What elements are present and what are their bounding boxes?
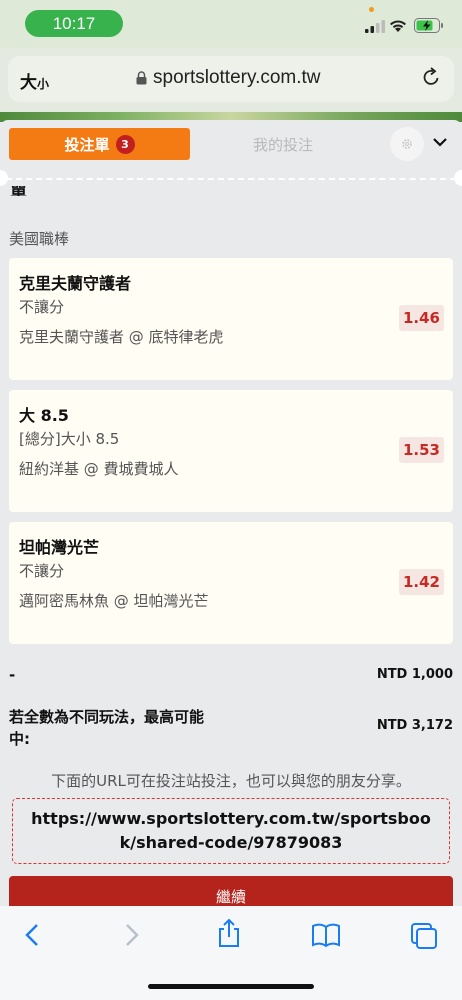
bet-market: 不讓分 (19, 562, 65, 580)
betslip-panel: 投注單 3 我的投注 單 美國職棒 克里夫蘭守護者 不讓分 克里夫蘭守護者 @ … (0, 120, 462, 916)
dashed-divider (6, 178, 456, 180)
gear-icon (402, 139, 412, 149)
bet-card[interactable]: 大 8.5 [總分]大小 8.5 紐約洋基 @ 費城費城人 1.53 (9, 390, 453, 512)
bet-selection: 大 8.5 (19, 406, 69, 425)
stake-value: NTD 1,000 (376, 667, 453, 682)
bet-match: 克里夫蘭守護者 @ 底特律老虎 (19, 328, 224, 346)
tab-betslip-label: 投注單 (64, 135, 110, 154)
tab-my-bets[interactable]: 我的投注 (198, 128, 368, 160)
settings-button[interactable] (390, 127, 424, 161)
bet-market: [總分]大小 8.5 (19, 430, 120, 448)
tabs-icon[interactable] (410, 922, 438, 950)
wifi-icon (390, 20, 406, 32)
betslip-count-badge: 3 (115, 134, 135, 154)
privacy-indicator-icon (369, 7, 374, 12)
bet-match: 邁阿密馬林魚 @ 坦帕灣光芒 (19, 592, 209, 610)
lock-icon (136, 71, 147, 85)
share-url-box[interactable]: https://www.sportslottery.com.tw/sportsb… (12, 798, 450, 864)
cellular-signal-icon (365, 20, 385, 33)
bet-match: 紐約洋基 @ 費城費城人 (19, 460, 179, 478)
share-note: 下面的URL可在投注站投注，也可以與您的朋友分享。 (51, 772, 411, 790)
status-time: 10:17 (25, 10, 123, 37)
home-indicator (148, 984, 314, 989)
forward-icon[interactable] (122, 922, 142, 948)
address-bar[interactable]: 大小 sportslottery.com.tw (8, 56, 454, 102)
bet-selection: 坦帕灣光芒 (19, 538, 100, 557)
cutoff-heading: 單 (10, 186, 27, 196)
tab-betslip[interactable]: 投注單 3 (9, 128, 190, 160)
bet-odds: 1.46 (398, 305, 444, 331)
stake-label: - (9, 666, 16, 684)
league-label: 美國職棒 (9, 230, 70, 248)
battery-charging-icon (414, 18, 443, 33)
text-size-button[interactable]: 大小 (20, 68, 49, 93)
bet-selection: 克里夫蘭守護者 (19, 274, 132, 293)
max-win-label: 若全數為不同玩法，最高可能中: (9, 708, 205, 748)
max-win-value: NTD 3,172 (376, 718, 453, 733)
back-icon[interactable] (22, 922, 42, 948)
bet-card[interactable]: 克里夫蘭守護者 不讓分 克里夫蘭守護者 @ 底特律老虎 1.46 (9, 258, 453, 380)
url-text: sportslottery.com.tw (153, 67, 321, 88)
share-url-text[interactable]: https://www.sportslottery.com.tw/sportsb… (26, 807, 436, 855)
url-field[interactable]: sportslottery.com.tw (136, 67, 321, 89)
bet-card[interactable]: 坦帕灣光芒 不讓分 邁阿密馬林魚 @ 坦帕灣光芒 1.42 (9, 522, 453, 644)
status-bar: 10:17 (0, 0, 462, 48)
chevron-down-icon[interactable] (432, 134, 448, 150)
share-icon[interactable] (216, 918, 242, 948)
browser-address-area: 大小 sportslottery.com.tw (0, 48, 462, 112)
bet-odds: 1.42 (398, 569, 444, 595)
bet-market: 不讓分 (19, 298, 65, 316)
bookmarks-icon[interactable] (311, 922, 341, 948)
reload-icon[interactable] (420, 66, 442, 88)
bet-odds: 1.53 (398, 437, 444, 463)
